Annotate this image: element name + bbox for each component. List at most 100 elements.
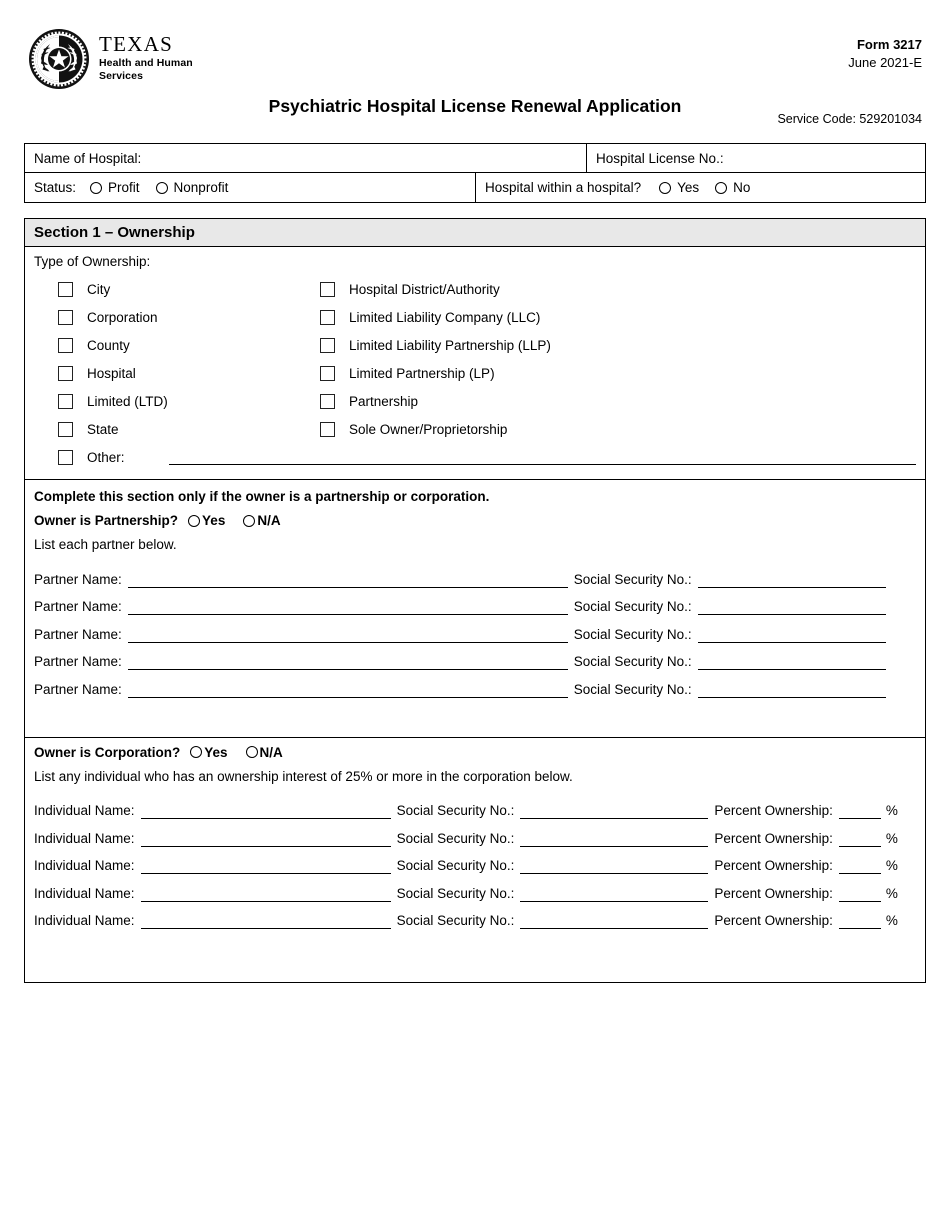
partner-name-input[interactable]: [127, 598, 568, 615]
percent-ownership-label: Percent Ownership:: [714, 830, 833, 846]
percent-ownership-label: Percent Ownership:: [714, 885, 833, 901]
checkbox-icon[interactable]: [58, 421, 73, 437]
checkbox-icon[interactable]: [320, 393, 335, 409]
checkbox-icon[interactable]: [320, 421, 335, 437]
ownership-option-partnership[interactable]: Partnership: [320, 387, 551, 415]
radio-icon[interactable]: [659, 181, 672, 194]
ownership-option-partnership-label: Partnership: [349, 393, 419, 409]
status-option-nonprofit[interactable]: Nonprofit: [155, 180, 228, 195]
percent-ownership-input[interactable]: [838, 857, 881, 874]
radio-icon[interactable]: [188, 514, 201, 527]
percent-ownership-input[interactable]: [838, 885, 881, 902]
checkbox-icon[interactable]: [320, 309, 335, 325]
partnership-spacer: [34, 698, 916, 728]
partner-row: Partner Name: Social Security No.:: [34, 588, 916, 615]
partner-ssn-input[interactable]: [697, 598, 886, 615]
ownership-option-hospital[interactable]: Hospital: [58, 359, 168, 387]
checkbox-icon[interactable]: [320, 365, 335, 381]
checkbox-icon[interactable]: [58, 449, 73, 465]
individual-name-input[interactable]: [140, 857, 391, 874]
individual-name-input[interactable]: [140, 885, 391, 902]
checkbox-icon[interactable]: [58, 309, 73, 325]
owner-is-corporation-label: Owner is Corporation?: [34, 744, 181, 760]
checkbox-icon[interactable]: [58, 337, 73, 353]
hwh-option-yes[interactable]: Yes: [659, 180, 699, 195]
radio-icon[interactable]: [155, 181, 168, 194]
partner-name-input[interactable]: [127, 653, 568, 670]
table-row: Name of Hospital: Hospital License No.:: [25, 144, 925, 173]
partner-ssn-input[interactable]: [697, 571, 886, 588]
radio-icon[interactable]: [715, 181, 728, 194]
status-label: Status:: [34, 180, 77, 195]
ownership-option-state[interactable]: State: [58, 415, 168, 443]
partner-ssn-input[interactable]: [697, 681, 886, 698]
table-row: Status: Profit Nonprofit Hospital within…: [25, 173, 925, 202]
ownership-option-hospital-district[interactable]: Hospital District/Authority: [320, 275, 551, 303]
individual-ssn-input[interactable]: [520, 857, 709, 874]
radio-icon[interactable]: [90, 181, 103, 194]
individual-ssn-label: Social Security No.:: [396, 830, 515, 846]
partner-ssn-input[interactable]: [697, 626, 886, 643]
individual-name-input[interactable]: [140, 830, 391, 847]
partner-name-input[interactable]: [127, 626, 568, 643]
individual-ssn-input[interactable]: [520, 912, 709, 929]
radio-icon[interactable]: [245, 746, 258, 758]
individual-ssn-input[interactable]: [520, 802, 709, 819]
partner-ssn-label: Social Security No.:: [573, 599, 692, 614]
percent-ownership-input[interactable]: [838, 830, 881, 847]
radio-icon[interactable]: [243, 514, 256, 527]
ownership-left-column: City Corporation County Hospital Limited…: [58, 275, 168, 471]
partnership-option-yes-label: Yes: [202, 513, 226, 528]
individual-name-input[interactable]: [140, 912, 391, 929]
percent-ownership-label: Percent Ownership:: [714, 858, 833, 873]
form-number: Form 3217: [856, 37, 922, 52]
individual-ssn-label: Social Security No.:: [396, 858, 515, 873]
partner-name-input[interactable]: [127, 571, 568, 588]
individual-name-label: Individual Name:: [34, 830, 135, 846]
checkbox-icon[interactable]: [58, 281, 73, 297]
partner-name-label: Partner Name:: [34, 599, 122, 614]
individual-name-input[interactable]: [140, 802, 391, 819]
percent-ownership-input[interactable]: [838, 802, 881, 819]
individual-ssn-input[interactable]: [520, 885, 709, 902]
radio-icon[interactable]: [190, 746, 203, 758]
ownership-option-other[interactable]: Other:: [58, 443, 168, 471]
partner-name-input[interactable]: [127, 681, 568, 698]
logo-sub-line2: Services: [99, 70, 144, 83]
checkbox-icon[interactable]: [58, 393, 73, 409]
service-code: Service Code: 529201034: [777, 112, 922, 126]
ownership-other-input[interactable]: [169, 464, 916, 465]
ownership-option-llp-label: Limited Liability Partnership (LLP): [349, 337, 551, 353]
name-of-hospital-field[interactable]: Name of Hospital:: [25, 144, 586, 172]
ownership-option-llp[interactable]: Limited Liability Partnership (LLP): [320, 331, 551, 359]
ownership-option-lp-label: Limited Partnership (LP): [349, 365, 495, 381]
percent-ownership-label: Percent Ownership:: [714, 913, 833, 928]
checkbox-icon[interactable]: [320, 281, 335, 297]
ownership-option-corporation[interactable]: Corporation: [58, 303, 168, 331]
ownership-type-block: Type of Ownership: City Corporation Coun…: [25, 247, 925, 479]
hwh-option-no[interactable]: No: [715, 180, 750, 195]
ownership-option-city-label: City: [87, 281, 111, 297]
ownership-option-hospital-label: Hospital: [87, 365, 136, 381]
checkbox-icon[interactable]: [58, 365, 73, 381]
partnership-option-na-label: N/A: [257, 513, 281, 528]
partner-ssn-label: Social Security No.:: [573, 681, 692, 697]
partner-ssn-input[interactable]: [697, 653, 886, 670]
ownership-option-county[interactable]: County: [58, 331, 168, 359]
partner-name-label: Partner Name:: [34, 681, 122, 697]
ownership-option-llc[interactable]: Limited Liability Company (LLC): [320, 303, 551, 331]
percent-ownership-label: Percent Ownership:: [714, 803, 833, 818]
status-option-profit[interactable]: Profit: [90, 180, 140, 195]
partner-row: Partner Name: Social Security No.:: [34, 643, 916, 670]
hospital-license-no-field[interactable]: Hospital License No.:: [586, 144, 923, 172]
individual-ssn-input[interactable]: [520, 830, 709, 847]
corporation-instruction: List any individual who has an ownership…: [34, 768, 573, 784]
ownership-option-sole-owner-label: Sole Owner/Proprietorship: [349, 421, 508, 437]
ownership-option-limited-ltd[interactable]: Limited (LTD): [58, 387, 168, 415]
ownership-option-sole-owner[interactable]: Sole Owner/Proprietorship: [320, 415, 551, 443]
checkbox-icon[interactable]: [320, 337, 335, 353]
ownership-option-lp[interactable]: Limited Partnership (LP): [320, 359, 551, 387]
ownership-option-city[interactable]: City: [58, 275, 168, 303]
corporation-panel: Owner is Corporation? Yes N/A List any i…: [25, 736, 925, 983]
percent-ownership-input[interactable]: [838, 912, 881, 929]
